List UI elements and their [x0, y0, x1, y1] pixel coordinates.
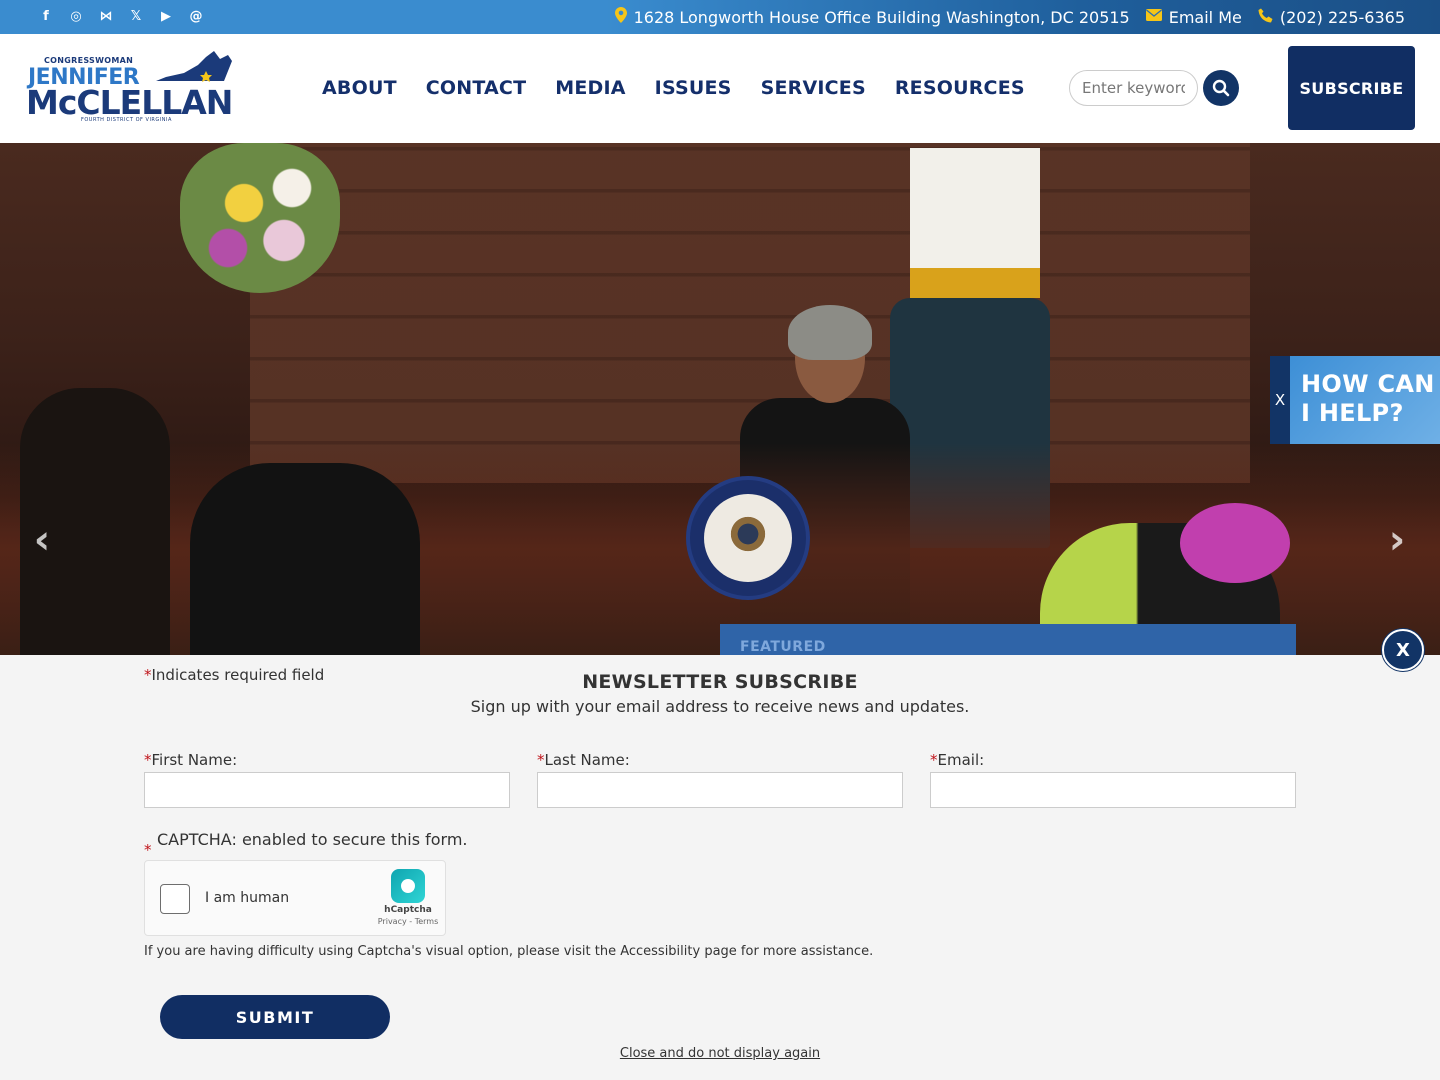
help-tab: X HOW CAN I HELP? — [1270, 356, 1440, 444]
phone-icon — [1258, 8, 1273, 27]
x-twitter-icon[interactable]: 𝕏 — [126, 7, 146, 27]
social-links: f ◎ ⋈ 𝕏 ▶ @ — [36, 7, 206, 27]
email-label: *Email: — [930, 751, 985, 769]
submit-button[interactable]: SUBMIT — [160, 995, 390, 1039]
threads-icon[interactable]: @ — [186, 7, 206, 27]
virginia-state-icon — [156, 51, 232, 82]
nav-resources[interactable]: RESOURCES — [895, 77, 1025, 99]
search-box — [1069, 70, 1198, 106]
subscribe-button[interactable]: SUBSCRIBE — [1288, 46, 1415, 130]
search-icon — [1212, 79, 1230, 97]
hcaptcha-logo-icon — [391, 869, 425, 903]
altar-cloth — [910, 148, 1040, 298]
envelope-icon — [1145, 9, 1162, 25]
nav-issues[interactable]: ISSUES — [655, 77, 732, 99]
email-field[interactable] — [930, 772, 1296, 808]
email-text: Email Me — [1168, 7, 1242, 27]
search-input[interactable] — [1070, 71, 1185, 105]
youtube-icon[interactable]: ▶ — [156, 7, 176, 27]
phone-link[interactable]: (202) 225-6365 — [1258, 8, 1405, 27]
nav-about[interactable]: ABOUT — [322, 77, 397, 99]
logo-district: FOURTH DISTRICT OF VIRGINIA — [81, 117, 172, 123]
newsletter-subtitle: Sign up with your email address to recei… — [470, 697, 970, 716]
nav-contact[interactable]: CONTACT — [426, 77, 527, 99]
facebook-icon[interactable]: f — [36, 7, 56, 27]
address-text: 1628 Longworth House Office Building Was… — [633, 7, 1130, 27]
site-header: CONGRESSWOMAN JENNIFER McCLELLAN FOURTH … — [0, 34, 1440, 143]
hcaptcha-brand: hCaptcha — [384, 905, 432, 915]
top-bar: f ◎ ⋈ 𝕏 ▶ @ 1628 Longworth House Office … — [0, 0, 1440, 34]
first-name-field[interactable] — [144, 772, 510, 808]
dismiss-forever-link-text[interactable]: Close and do not display again — [620, 1046, 820, 1061]
carousel-prev-icon[interactable]: ‹ — [20, 518, 64, 562]
featured-banner[interactable]: FEATURED — [720, 624, 1296, 655]
last-name-field[interactable] — [537, 772, 903, 808]
bluesky-icon[interactable]: ⋈ — [96, 7, 116, 27]
map-pin-icon — [614, 7, 627, 27]
help-tab-panel[interactable]: HOW CAN I HELP? — [1290, 356, 1440, 444]
carousel-next-icon[interactable]: › — [1375, 518, 1419, 562]
hero-carousel: ‹ › FEATURED — [0, 143, 1440, 655]
last-name-label: *Last Name: — [537, 751, 630, 769]
accessibility-note: If you are having difficulty using Captc… — [144, 944, 874, 959]
search-button[interactable] — [1203, 70, 1239, 106]
main-nav: ABOUT CONTACT MEDIA ISSUES SERVICES RESO… — [322, 77, 1025, 99]
audience-hat — [1180, 503, 1290, 583]
newsletter-title: NEWSLETTER SUBSCRIBE — [582, 671, 858, 693]
phone-text: (202) 225-6365 — [1279, 7, 1405, 27]
instagram-icon[interactable]: ◎ — [66, 7, 86, 27]
contact-info: 1628 Longworth House Office Building Was… — [614, 0, 1405, 34]
audience-member — [190, 463, 420, 655]
help-tab-line2: I HELP? — [1301, 399, 1404, 427]
captcha-checkbox[interactable] — [160, 884, 190, 914]
first-name-label: *First Name: — [144, 751, 238, 769]
newsletter-close-button[interactable]: X — [1382, 629, 1424, 671]
captcha-checkbox-label: I am human — [205, 890, 290, 906]
address-link[interactable]: 1628 Longworth House Office Building Was… — [614, 7, 1130, 27]
logo-title: CONGRESSWOMAN — [44, 56, 134, 65]
newsletter-overlay: X *Indicates required field NEWSLETTER S… — [0, 629, 1440, 1080]
flower-arrangement — [180, 143, 340, 293]
hcaptcha-links[interactable]: Privacy - Terms — [373, 917, 443, 926]
hcaptcha-widget: I am human hCaptcha Privacy - Terms — [144, 860, 446, 936]
dismiss-forever-link: Close and do not display again — [0, 1046, 1440, 1061]
site-logo[interactable]: CONGRESSWOMAN JENNIFER McCLELLAN FOURTH … — [26, 51, 236, 127]
help-tab-line1: HOW CAN — [1301, 370, 1435, 398]
email-link[interactable]: Email Me — [1145, 7, 1242, 27]
help-tab-close-button[interactable]: X — [1270, 356, 1290, 444]
nav-media[interactable]: MEDIA — [555, 77, 625, 99]
captcha-required-asterisk: * — [144, 841, 152, 859]
featured-label: FEATURED — [740, 639, 826, 655]
congressional-seal — [686, 476, 810, 600]
captcha-label: CAPTCHA: enabled to secure this form. — [157, 830, 468, 849]
nav-services[interactable]: SERVICES — [761, 77, 866, 99]
